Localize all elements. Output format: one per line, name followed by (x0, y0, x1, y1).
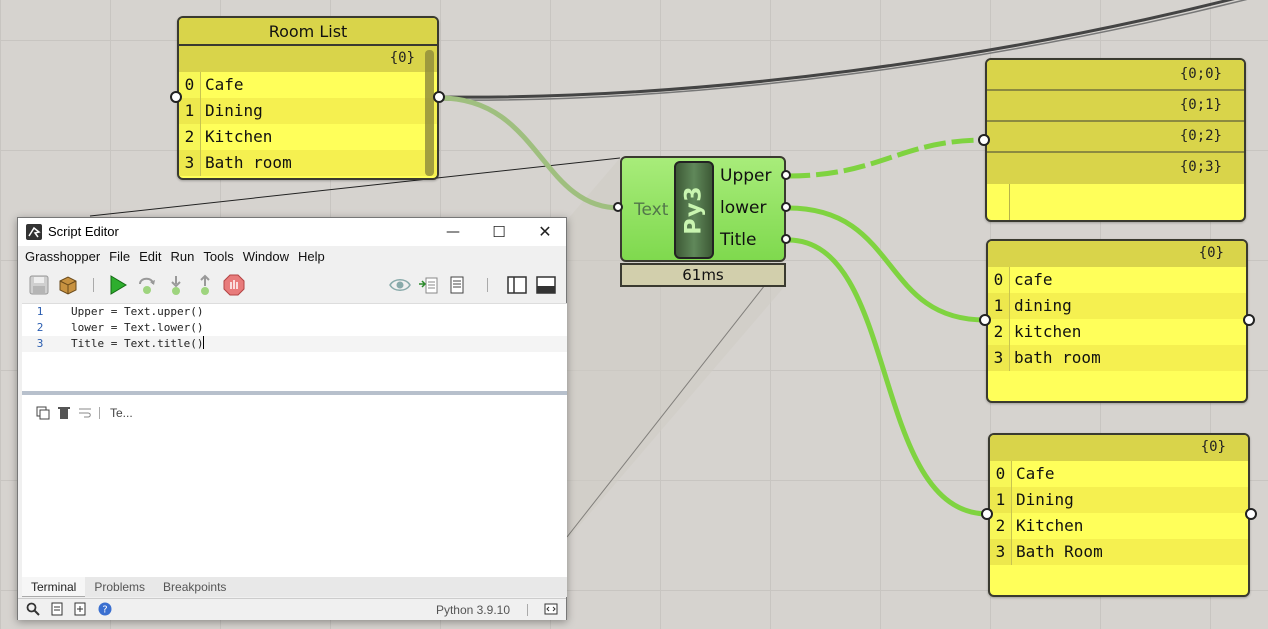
document-icon[interactable] (446, 274, 468, 296)
code-line: 3 Title = Text.title() (22, 336, 567, 352)
file-icon[interactable] (50, 602, 64, 616)
list-item: 2 Kitchen (179, 124, 437, 150)
terminal-panel[interactable]: Te... (22, 395, 567, 577)
step-out-icon[interactable] (194, 274, 216, 296)
room-list-title: Room List (179, 18, 437, 46)
list-item: 0 Cafe (179, 72, 437, 98)
upper-path-0: {0;0} (987, 60, 1244, 91)
list-item: 0 Cafe (990, 461, 1248, 487)
lower-panel[interactable]: {0} 0 cafe 1 dining 2 kitchen 3 bath roo… (986, 239, 1248, 403)
list-item: 1 dining (988, 293, 1246, 319)
py3-badge[interactable]: Py3 (674, 161, 714, 259)
help-icon[interactable]: ? (98, 602, 112, 616)
title-panel[interactable]: {0} 0 Cafe 1 Dining 2 Kitchen 3 Bath Roo… (988, 433, 1250, 597)
list-item: 2 Kitchen (990, 513, 1248, 539)
code-view-icon[interactable] (544, 602, 558, 616)
text-caret (203, 336, 205, 349)
layout-sidebar-icon[interactable] (506, 274, 528, 296)
title-panel-input-grip[interactable] (981, 508, 993, 520)
lower-panel-path: {0} (988, 241, 1246, 267)
save-icon[interactable] (28, 274, 50, 296)
room-list-input-grip[interactable] (170, 91, 182, 103)
output-param-upper[interactable]: Upper (720, 166, 771, 186)
status-bar: ? Python 3.9.10 (18, 598, 566, 620)
menu-run[interactable]: Run (170, 246, 203, 268)
stop-icon[interactable] (223, 274, 245, 296)
grasshopper-logo-icon (26, 224, 42, 240)
trash-icon[interactable] (57, 406, 71, 420)
svg-text:?: ? (102, 605, 107, 616)
upper-path-3: {0;3} (987, 153, 1244, 184)
output-param-title[interactable]: Title (720, 230, 756, 250)
python3-component[interactable]: Text Py3 Upper lower Title (620, 156, 786, 262)
maximize-button[interactable]: ☐ (476, 218, 522, 246)
toolbar (18, 268, 566, 302)
terminal-label: Te... (110, 406, 133, 420)
package-icon[interactable] (57, 274, 79, 296)
list-item: 0 cafe (988, 267, 1246, 293)
py3-label: Py3 (681, 185, 707, 235)
list-item: 3 bath room (988, 345, 1246, 371)
component-timing: 61ms (620, 263, 786, 287)
input-param-text[interactable]: Text (634, 200, 668, 220)
code-line: 1 Upper = Text.upper() (36, 305, 204, 318)
tab-terminal[interactable]: Terminal (22, 577, 86, 597)
eye-icon[interactable] (389, 274, 411, 296)
list-item: 2 kitchen (988, 319, 1246, 345)
layout-bottom-panel-icon[interactable] (535, 274, 557, 296)
room-list-output-grip[interactable] (433, 91, 445, 103)
title-panel-path: {0} (990, 435, 1248, 461)
wrap-icon[interactable] (78, 406, 92, 420)
minimize-button[interactable]: — (430, 218, 476, 246)
wire-title (787, 237, 989, 517)
list-item: 1 Dining (179, 98, 437, 124)
new-file-icon[interactable] (73, 602, 87, 616)
list-item: 3 Bath room (179, 150, 437, 176)
py-output-grip-upper[interactable] (781, 170, 791, 180)
menu-bar: Grasshopper File Edit Run Tools Window H… (18, 246, 566, 268)
room-list-panel[interactable]: Room List {0} 0 Cafe 1 Dining 2 Kitchen … (177, 16, 439, 180)
py-output-grip-title[interactable] (781, 234, 791, 244)
python-version: Python 3.9.10 (435, 603, 510, 617)
lower-panel-output-grip[interactable] (1243, 314, 1255, 326)
close-button[interactable]: ✕ (522, 218, 568, 246)
watch-add-icon[interactable] (417, 274, 439, 296)
copy-icon[interactable] (36, 406, 50, 420)
room-list-path: {0} (179, 46, 437, 72)
wire-upper-dashed (787, 137, 986, 179)
upper-path-1: {0;1} (987, 91, 1244, 122)
py-output-grip-lower[interactable] (781, 202, 791, 212)
menu-tools[interactable]: Tools (202, 246, 241, 268)
upper-panel[interactable]: {0;0} {0;1} {0;2} {0;3} (985, 58, 1246, 222)
code-editor[interactable]: 1 Upper = Text.upper() 2 lower = Text.lo… (22, 303, 567, 391)
py-input-grip[interactable] (613, 202, 623, 212)
menu-grasshopper[interactable]: Grasshopper (24, 246, 108, 268)
window-title: Script Editor (48, 224, 119, 239)
step-over-icon[interactable] (136, 274, 158, 296)
menu-help[interactable]: Help (297, 246, 333, 268)
menu-window[interactable]: Window (242, 246, 297, 268)
search-icon[interactable] (26, 602, 40, 616)
upper-path-2: {0;2} (987, 122, 1244, 153)
title-panel-output-grip[interactable] (1245, 508, 1257, 520)
room-list-scrollbar[interactable] (425, 50, 434, 176)
script-editor-window[interactable]: Script Editor — ☐ ✕ Grasshopper File Edi… (17, 217, 567, 620)
code-line: 2 lower = Text.lower() (36, 321, 204, 334)
menu-file[interactable]: File (108, 246, 138, 268)
tab-problems[interactable]: Problems (85, 577, 154, 597)
step-into-icon[interactable] (165, 274, 187, 296)
bottom-tabs: Terminal Problems Breakpoints (22, 577, 567, 597)
tab-breakpoints[interactable]: Breakpoints (154, 577, 235, 597)
output-param-lower[interactable]: lower (720, 198, 766, 218)
title-bar[interactable]: Script Editor — ☐ ✕ (18, 218, 566, 246)
upper-panel-input-grip[interactable] (978, 134, 990, 146)
menu-edit[interactable]: Edit (138, 246, 169, 268)
lower-panel-input-grip[interactable] (979, 314, 991, 326)
wire-lower (787, 205, 986, 323)
list-item: 1 Dining (990, 487, 1248, 513)
play-icon[interactable] (107, 274, 129, 296)
list-item: 3 Bath Room (990, 539, 1248, 565)
